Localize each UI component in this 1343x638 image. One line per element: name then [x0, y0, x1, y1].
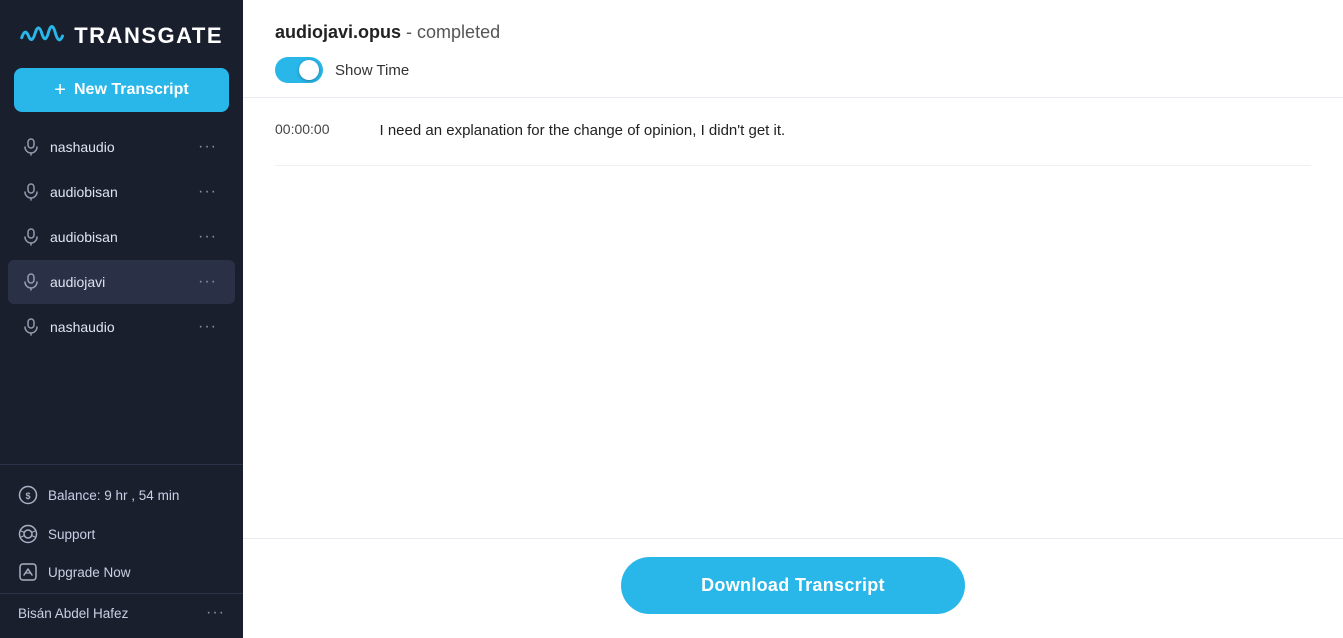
user-label: Bisán Abdel Hafez: [18, 606, 196, 621]
sidebar-logo: TRANSGATE: [0, 0, 243, 68]
transcript-time: 00:00:00: [275, 120, 330, 137]
sidebar-item-audiobisan-1[interactable]: audiobisan ···: [8, 170, 235, 214]
sidebar-item-label: nashaudio: [50, 319, 184, 335]
transcript-row: 00:00:00 I need an explanation for the c…: [275, 98, 1311, 166]
balance-icon: $: [18, 485, 38, 505]
sidebar-item-nashaudio-2[interactable]: nashaudio ···: [8, 305, 235, 349]
mic-icon: [22, 138, 40, 156]
file-name: audiojavi.opus: [275, 22, 401, 42]
main-header: audiojavi.opus - completed Show Time: [243, 0, 1343, 98]
sidebar-item-menu[interactable]: ···: [194, 271, 221, 293]
svg-text:$: $: [25, 491, 30, 501]
upgrade-label: Upgrade Now: [48, 565, 131, 580]
mic-icon: [22, 228, 40, 246]
toggle-row: Show Time: [275, 57, 1311, 83]
balance-label: Balance: 9 hr , 54 min: [48, 488, 179, 503]
upgrade-item[interactable]: Upgrade Now: [0, 553, 243, 591]
sidebar-item-menu[interactable]: ···: [194, 226, 221, 248]
support-icon: [18, 524, 38, 544]
mic-icon: [22, 183, 40, 201]
file-title: audiojavi.opus - completed: [275, 22, 1311, 43]
sidebar-item-label: audiojavi: [50, 274, 184, 290]
sidebar-item-menu[interactable]: ···: [194, 181, 221, 203]
sidebar-item-audiobisan-2[interactable]: audiobisan ···: [8, 215, 235, 259]
logo-icon: [20, 18, 64, 54]
plus-icon: +: [54, 80, 66, 100]
transcript-area: 00:00:00 I need an explanation for the c…: [243, 98, 1343, 538]
sidebar-item-menu[interactable]: ···: [194, 316, 221, 338]
sidebar-item-label: audiobisan: [50, 184, 184, 200]
mic-icon: [22, 318, 40, 336]
sidebar-list: nashaudio ··· audiobisan ··· audiobisan …: [0, 124, 243, 464]
download-transcript-button[interactable]: Download Transcript: [621, 557, 965, 614]
sidebar-item-audiojavi[interactable]: audiojavi ···: [8, 260, 235, 304]
support-item[interactable]: Support: [0, 515, 243, 553]
main-content: audiojavi.opus - completed Show Time 00:…: [243, 0, 1343, 638]
logo-text: TRANSGATE: [74, 23, 223, 49]
transcript-text: I need an explanation for the change of …: [380, 120, 786, 143]
toggle-label: Show Time: [335, 62, 409, 79]
sidebar-item-label: nashaudio: [50, 139, 184, 155]
balance-item[interactable]: $ Balance: 9 hr , 54 min: [0, 475, 243, 515]
new-transcript-button[interactable]: + New Transcript: [14, 68, 229, 112]
upgrade-icon: [18, 562, 38, 582]
support-label: Support: [48, 527, 95, 542]
sidebar-item-label: audiobisan: [50, 229, 184, 245]
sidebar-item-nashaudio-1[interactable]: nashaudio ···: [8, 125, 235, 169]
mic-icon: [22, 273, 40, 291]
show-time-toggle[interactable]: [275, 57, 323, 83]
sidebar-bottom: $ Balance: 9 hr , 54 min Support Upgrade…: [0, 464, 243, 638]
main-footer: Download Transcript: [243, 538, 1343, 638]
sidebar-item-menu[interactable]: ···: [194, 136, 221, 158]
file-status: - completed: [406, 22, 500, 42]
new-transcript-label: New Transcript: [74, 81, 189, 99]
sidebar: TRANSGATE + New Transcript nashaudio ···…: [0, 0, 243, 638]
user-menu[interactable]: ···: [206, 604, 225, 622]
user-item[interactable]: Bisán Abdel Hafez ···: [0, 593, 243, 632]
toggle-knob: [299, 60, 319, 80]
